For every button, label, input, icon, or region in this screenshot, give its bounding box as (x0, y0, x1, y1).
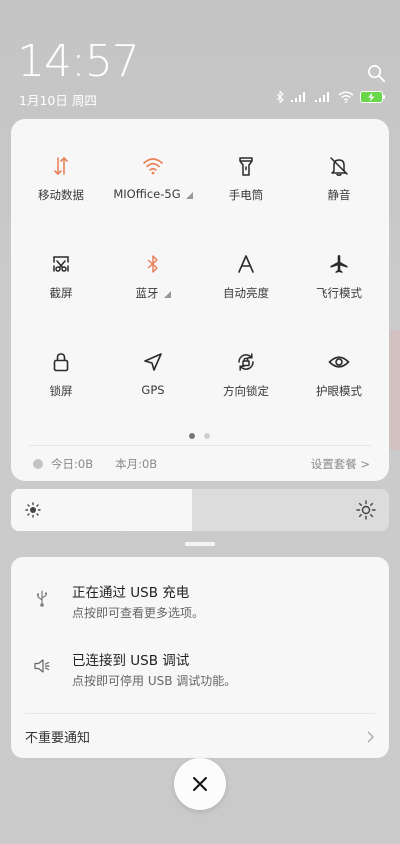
tile-lock[interactable]: 锁屏 (14, 315, 108, 398)
quick-settings-panel: 移动数据 MIOffice-5G 手电筒 静音截屏 蓝牙 自动亮度 飞行模式锁屏 GPS 方向锁… (11, 119, 389, 481)
notification-title: 已连接到 USB 调试 (72, 653, 190, 669)
unimportant-notifications-link[interactable]: 不重要通知 (25, 727, 90, 746)
page-dot (204, 433, 210, 439)
tile-airplane[interactable]: 飞行模式 (292, 217, 386, 300)
wifi-icon (141, 155, 165, 177)
auto-brightness-icon (234, 253, 258, 275)
brightness-low-icon (25, 502, 41, 518)
tile-label-text: 飞行模式 (316, 286, 362, 300)
divider (25, 713, 375, 714)
wifi-status-icon (338, 91, 354, 103)
brightness-high-icon (356, 500, 376, 520)
tile-wifi[interactable]: MIOffice-5G (106, 119, 200, 201)
usage-today: 今日:0B (51, 457, 94, 471)
signal-2-icon (314, 91, 332, 103)
rotation-lock-icon (234, 351, 258, 373)
gps-icon (141, 351, 165, 373)
tile-label-text: 静音 (327, 188, 351, 202)
usage-month: 本月:0B (115, 457, 158, 471)
airplane-icon (327, 253, 351, 275)
tile-label: 手电筒 (229, 187, 264, 203)
tile-label: 护眼模式 (316, 383, 362, 399)
tile-label: 锁屏 (50, 383, 73, 399)
bluetooth-status-icon (276, 91, 284, 103)
tile-label: GPS (141, 383, 164, 397)
data-usage: 今日:0B 本月:0B (33, 456, 157, 472)
signal-1-icon (290, 91, 308, 103)
data-plan-link[interactable]: 设置套餐 > (311, 456, 370, 472)
usb-icon (37, 590, 48, 607)
tile-label-text: 手电筒 (228, 188, 264, 202)
notification-usb-debug[interactable]: 已连接到 USB 调试 点按即可停用 USB 调试功能。 (11, 646, 389, 706)
tile-label: 静音 (328, 187, 351, 203)
brightness-slider[interactable] (11, 489, 389, 531)
tile-label: 自动亮度 (223, 285, 269, 301)
battery-icon (360, 91, 386, 103)
drag-handle[interactable] (185, 542, 215, 546)
tile-label-text: 移动数据 (38, 188, 84, 202)
page-dot (189, 433, 195, 439)
tile-gps[interactable]: GPS (106, 315, 200, 397)
clock: 14:57 (17, 36, 140, 87)
mute-icon (327, 155, 351, 177)
tile-mute[interactable]: 静音 (292, 119, 386, 202)
tile-label-text: MIOffice-5G (113, 187, 181, 201)
tile-rotation-lock[interactable]: 方向锁定 (199, 315, 293, 398)
notification-body: 点按即可停用 USB 调试功能。 (72, 674, 237, 688)
tile-bluetooth[interactable]: 蓝牙 (106, 217, 200, 300)
tile-label: 方向锁定 (223, 383, 269, 399)
divider (29, 445, 371, 446)
screenshot-icon (49, 253, 73, 275)
tile-label: 蓝牙 (136, 285, 171, 301)
usage-dot (33, 459, 43, 469)
status-bar-icons (276, 90, 386, 104)
tile-label-text: 蓝牙 (135, 286, 159, 300)
tile-label-text: 方向锁定 (223, 384, 269, 398)
search-icon[interactable] (366, 63, 386, 83)
tile-eye[interactable]: 护眼模式 (292, 315, 386, 398)
lock-icon (49, 351, 73, 373)
notification-usb-charging[interactable]: 正在通过 USB 充电 点按即可查看更多选项。 (11, 578, 389, 638)
flashlight-icon (234, 155, 258, 177)
tile-flashlight[interactable]: 手电筒 (199, 119, 293, 202)
tile-screenshot[interactable]: 截屏 (14, 217, 108, 300)
tile-label-text: 截屏 (49, 286, 73, 300)
tile-label: 飞行模式 (316, 285, 362, 301)
chevron-right-icon[interactable] (365, 730, 375, 744)
tile-label-text: GPS (141, 383, 165, 397)
eye-icon (327, 351, 351, 373)
date: 1月10日 周四 (19, 93, 97, 108)
tile-label: 截屏 (50, 285, 73, 301)
tile-label: MIOffice-5G (113, 187, 193, 201)
expand-indicator-icon (163, 290, 171, 298)
page-indicator (189, 433, 210, 439)
tile-label-text: 锁屏 (49, 384, 73, 398)
tile-label: 移动数据 (38, 187, 84, 203)
expand-indicator-icon (185, 191, 193, 199)
tile-auto-brightness[interactable]: 自动亮度 (199, 217, 293, 300)
notification-body: 点按即可查看更多选项。 (72, 606, 205, 620)
debug-icon (34, 659, 50, 673)
notification-title: 正在通过 USB 充电 (72, 585, 190, 601)
mobile-data-icon (49, 155, 73, 177)
notifications-panel: 正在通过 USB 充电 点按即可查看更多选项。 已连接到 USB 调试 点按即可… (11, 557, 389, 758)
tile-label-text: 自动亮度 (223, 286, 269, 300)
tile-label-text: 护眼模式 (316, 384, 362, 398)
tile-mobile-data[interactable]: 移动数据 (14, 119, 108, 202)
bluetooth-icon (141, 253, 165, 275)
close-button[interactable] (174, 758, 226, 810)
close-icon (193, 777, 207, 791)
